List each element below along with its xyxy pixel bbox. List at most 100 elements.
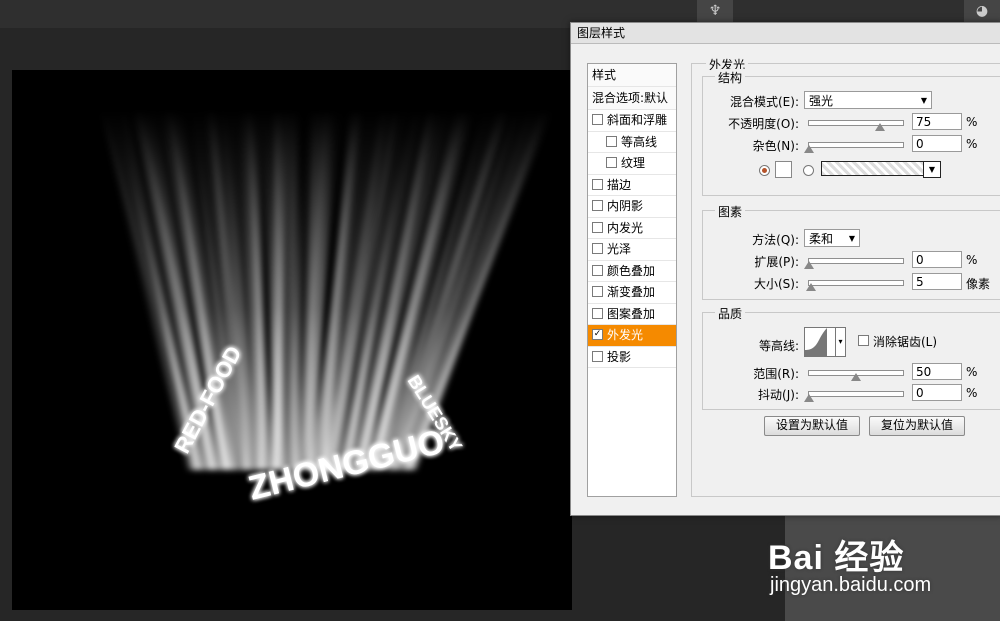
style-item[interactable]: 纹理 [588, 153, 676, 175]
size-slider-thumb[interactable] [805, 283, 816, 291]
quality-title: 品质 [715, 305, 746, 322]
antialias-label: 消除锯齿(L) [873, 335, 938, 349]
noise-unit: % [966, 137, 978, 151]
reset-default-button[interactable]: 复位为默认值 [869, 416, 965, 436]
light-ray [289, 110, 300, 470]
style-item-checkbox[interactable] [592, 243, 603, 254]
noise-input[interactable]: 0 [912, 135, 962, 152]
spread-unit: % [966, 253, 978, 267]
gradient-radio[interactable] [803, 165, 814, 176]
opacity-slider[interactable] [808, 120, 904, 131]
style-item-checkbox[interactable] [592, 114, 603, 125]
opacity-input[interactable]: 75 [912, 113, 962, 130]
style-item-label: 颜色叠加 [607, 263, 656, 278]
style-item-checkbox[interactable] [592, 178, 603, 190]
style-item-label: 斜面和浮雕 [607, 113, 668, 127]
artwork: RED-FOOD BLUESKY ZHONGGUO [99, 110, 553, 508]
layer-style-dialog: 图层样式 样式 混合选项:默认 斜面和浮雕等高线纹理描边内阴影内发光光泽颜色叠加… [570, 22, 1000, 516]
antialias-checkbox[interactable] [858, 335, 869, 346]
style-item-label: 光泽 [607, 242, 632, 256]
style-item[interactable]: 描边 [588, 175, 676, 196]
range-unit: % [966, 365, 978, 379]
size-unit: 像素 [966, 277, 991, 291]
jitter-label: 抖动(J): [758, 388, 799, 402]
set-default-button[interactable]: 设置为默认值 [764, 416, 860, 436]
gradient-picker[interactable]: ▼ [821, 161, 941, 178]
range-input[interactable]: 50 [912, 363, 962, 380]
dialog-title: 图层样式 [571, 23, 1000, 44]
jitter-input[interactable]: 0 [912, 384, 962, 401]
style-item-checkbox[interactable]: ✓ [592, 329, 603, 340]
size-input[interactable]: 5 [912, 273, 962, 290]
style-item-checkbox[interactable] [606, 135, 617, 147]
style-list-header[interactable]: 样式 [588, 64, 676, 87]
style-item[interactable]: 等高线 [588, 132, 676, 153]
style-item[interactable]: 内发光 [588, 218, 676, 239]
range-slider-thumb[interactable] [851, 373, 861, 381]
style-item-label: 内阴影 [607, 199, 644, 213]
opacity-label: 不透明度(O): [728, 117, 799, 131]
style-item-label: 描边 [607, 177, 632, 192]
solid-color-radio[interactable] [759, 165, 770, 176]
elements-section: 图素 方法(Q): 柔和 ▼ 扩展(P): 0 % 大小(S): 5 像素 [702, 203, 1000, 300]
palette-icon[interactable]: ◕ [964, 0, 1000, 22]
style-item[interactable]: 渐变叠加 [588, 282, 676, 304]
blend-mode-select[interactable]: 强光 ▼ [804, 91, 932, 109]
style-item-checkbox[interactable] [592, 221, 603, 233]
style-item[interactable]: 光泽 [588, 239, 676, 261]
style-item-checkbox[interactable] [592, 350, 603, 362]
method-value: 柔和 [809, 232, 834, 246]
watermark-url: jingyan.baidu.com [770, 574, 932, 596]
size-slider[interactable] [805, 280, 904, 291]
method-label: 方法(Q): [752, 233, 799, 247]
style-item-checkbox[interactable] [606, 157, 617, 168]
quality-section: 品质 等高线: ▾ 消除锯齿(L) 范围(R): 50 % 抖动(J): 0 % [702, 305, 1000, 410]
style-item[interactable]: 斜面和浮雕 [588, 110, 676, 132]
method-select[interactable]: 柔和 ▼ [804, 229, 860, 247]
outer-glow-panel: 外发光 结构 混合模式(E): 强光 ▼ 不透明度(O): 75 % 杂色(N)… [691, 56, 1000, 497]
style-item-checkbox[interactable] [592, 307, 603, 319]
style-item-label: 等高线 [621, 134, 658, 149]
noise-slider[interactable] [804, 142, 904, 153]
blend-mode-label: 混合模式(E): [730, 95, 799, 109]
range-label: 范围(R): [753, 367, 799, 381]
structure-section: 结构 混合模式(E): 强光 ▼ 不透明度(O): 75 % 杂色(N): 0 … [702, 69, 1000, 196]
spread-slider[interactable] [804, 258, 904, 269]
range-slider[interactable] [808, 370, 904, 381]
light-rays [99, 110, 553, 470]
glow-color-swatch[interactable] [775, 161, 792, 178]
style-item-label: 投影 [607, 349, 632, 364]
style-item[interactable]: 投影 [588, 347, 676, 368]
opacity-unit: % [966, 115, 978, 129]
brush-tool-icon[interactable]: ♆ [697, 0, 733, 22]
contour-label: 等高线: [758, 339, 799, 353]
noise-slider-thumb[interactable] [804, 145, 814, 153]
jitter-unit: % [966, 386, 978, 400]
spread-slider-thumb[interactable] [804, 261, 814, 269]
elements-title: 图素 [715, 203, 746, 220]
jitter-slider[interactable] [804, 391, 904, 402]
structure-title: 结构 [715, 69, 746, 86]
contour-dropdown-icon[interactable]: ▾ [835, 327, 846, 357]
style-item[interactable]: 颜色叠加 [588, 261, 676, 282]
size-label: 大小(S): [753, 277, 799, 291]
style-item[interactable]: ✓ 外发光 [588, 325, 676, 347]
style-item-label: 纹理 [621, 156, 646, 170]
style-item-checkbox[interactable] [592, 286, 603, 297]
opacity-slider-thumb[interactable] [874, 123, 885, 131]
contour-picker[interactable] [804, 327, 836, 357]
style-item[interactable]: 内阴影 [588, 196, 676, 218]
watermark-logo: Bai 经验 [768, 539, 905, 577]
style-item-label: 渐变叠加 [607, 285, 656, 299]
style-item[interactable]: 图案叠加 [588, 304, 676, 325]
blend-options-item[interactable]: 混合选项:默认 [588, 87, 676, 110]
style-item-label: 外发光 [607, 328, 644, 342]
chevron-down-icon: ▼ [920, 96, 927, 105]
style-item-label: 图案叠加 [607, 306, 656, 321]
document-canvas[interactable]: RED-FOOD BLUESKY ZHONGGUO [12, 70, 572, 610]
jitter-slider-thumb[interactable] [804, 394, 814, 402]
chevron-down-icon[interactable]: ▼ [923, 161, 941, 178]
style-item-checkbox[interactable] [592, 264, 603, 276]
spread-input[interactable]: 0 [912, 251, 962, 268]
style-item-checkbox[interactable] [592, 200, 603, 211]
